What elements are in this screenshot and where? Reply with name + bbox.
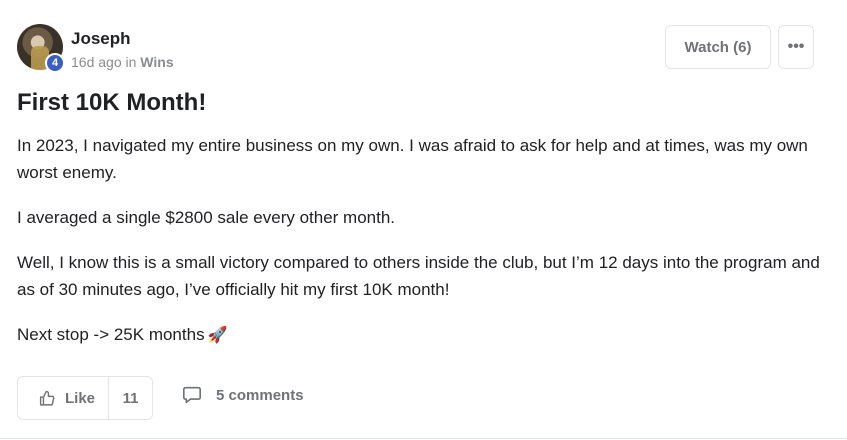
like-button[interactable]: Like (18, 377, 110, 419)
author-name[interactable]: Joseph (71, 29, 131, 49)
post-paragraph-text: Next stop -> 25K months (17, 325, 205, 344)
post-paragraph: Well, I know this is a small victory com… (17, 253, 820, 299)
post-title: First 10K Month! (17, 89, 207, 116)
post-meta: 16d ago in Wins (71, 54, 174, 70)
rocket-emoji: 🚀 (207, 327, 228, 344)
like-group: Like 11 (17, 376, 153, 420)
comments-label: 5 comments (216, 386, 304, 404)
post-paragraph-last: Next stop -> 25K months 🚀 (17, 321, 827, 349)
thumbs-up-icon (39, 390, 55, 406)
divider (0, 438, 847, 439)
comment-icon (183, 386, 201, 404)
like-label: Like (65, 389, 96, 407)
avatar[interactable]: 4 (17, 24, 65, 73)
post-card: 4 Joseph 16d ago in Wins Watch (6) ••• F… (0, 0, 847, 440)
level-badge: 4 (45, 53, 65, 73)
comments-link[interactable]: 5 comments (182, 386, 304, 404)
post-paragraph: I averaged a single $2800 sale every oth… (17, 208, 396, 227)
post-content: In 2023, I navigated my entire business … (17, 132, 827, 367)
in-label: in (125, 54, 137, 70)
more-options-button[interactable]: ••• (778, 25, 814, 69)
post-paragraph: In 2023, I navigated my entire business … (17, 136, 808, 182)
category-link[interactable]: Wins (140, 54, 173, 70)
like-count[interactable]: 11 (109, 390, 152, 407)
watch-button[interactable]: Watch (6) (665, 25, 771, 69)
post-time: 16d ago (71, 54, 122, 70)
